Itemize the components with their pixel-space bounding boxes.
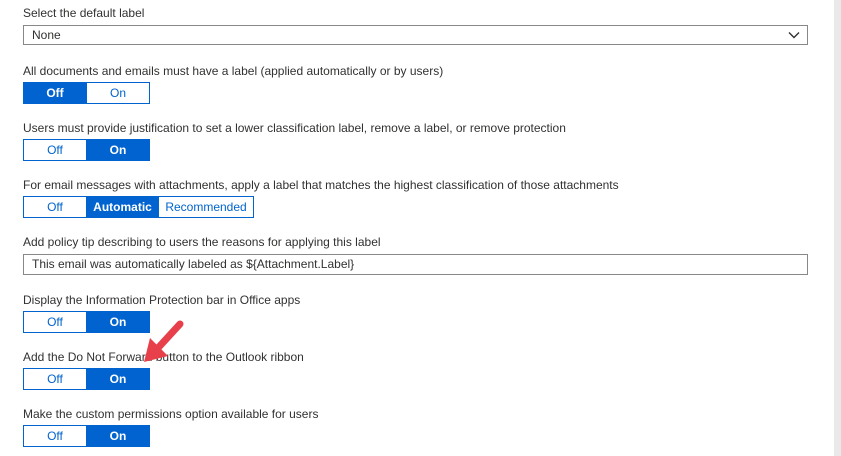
mandatory-label-heading: All documents and emails must have a lab… xyxy=(23,64,444,78)
policy-tip-heading: Add policy tip describing to users the r… xyxy=(23,235,381,249)
default-label-value: None xyxy=(32,28,61,42)
justification-toggle: Off On xyxy=(23,139,150,161)
chevron-down-icon xyxy=(788,32,800,39)
info-protection-bar-toggle: Off On xyxy=(23,311,150,333)
attachments-label-toggle: Off Automatic Recommended xyxy=(23,196,254,218)
mandatory-label-toggle: Off On xyxy=(23,82,150,104)
mandatory-label-on-option[interactable]: On xyxy=(86,83,149,103)
vertical-scrollbar[interactable] xyxy=(834,0,841,456)
info-protection-bar-heading: Display the Information Protection bar i… xyxy=(23,293,301,307)
justification-heading: Users must provide justification to set … xyxy=(23,121,566,135)
default-label-select[interactable]: None xyxy=(23,25,808,45)
attachments-recommended-option[interactable]: Recommended xyxy=(158,197,253,217)
custom-permissions-heading: Make the custom permissions option avail… xyxy=(23,407,319,421)
info-protection-bar-off-option[interactable]: Off xyxy=(24,312,86,332)
custom-permissions-off-option[interactable]: Off xyxy=(24,426,86,446)
attachments-off-option[interactable]: Off xyxy=(24,197,86,217)
custom-permissions-on-option[interactable]: On xyxy=(86,426,149,446)
do-not-forward-toggle: Off On xyxy=(23,368,150,390)
red-arrow-icon xyxy=(144,320,184,362)
do-not-forward-off-option[interactable]: Off xyxy=(24,369,86,389)
default-label-heading: Select the default label xyxy=(23,6,145,20)
do-not-forward-on-option[interactable]: On xyxy=(86,369,149,389)
justification-off-option[interactable]: Off xyxy=(24,140,86,160)
attachments-label-heading: For email messages with attachments, app… xyxy=(23,178,619,192)
justification-on-option[interactable]: On xyxy=(86,140,149,160)
mandatory-label-off-option[interactable]: Off xyxy=(24,83,86,103)
policy-tip-input[interactable]: This email was automatically labeled as … xyxy=(23,254,808,275)
attachments-automatic-option[interactable]: Automatic xyxy=(86,197,158,217)
custom-permissions-toggle: Off On xyxy=(23,425,150,447)
label-policy-settings: Select the default label None All docume… xyxy=(0,0,841,456)
